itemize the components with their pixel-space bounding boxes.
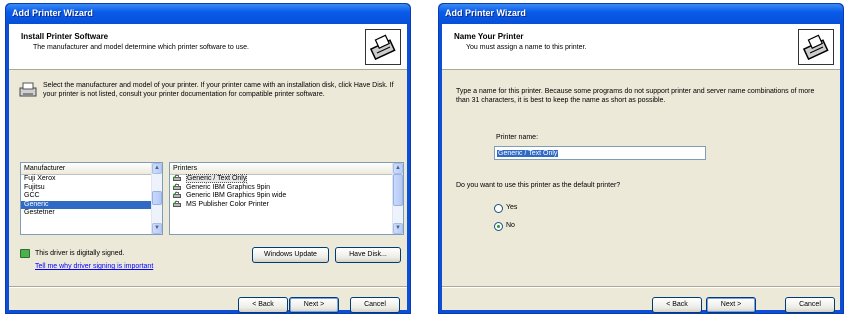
signed-driver-icon <box>20 249 30 258</box>
list-item-selected[interactable]: Generic <box>21 200 162 210</box>
manufacturer-list[interactable]: Manufacturer Fuji Xerox Fujitsu GCC Gene… <box>20 162 163 235</box>
wizard-client: Install Printer Software The manufacture… <box>9 24 407 313</box>
footer-divider <box>9 286 407 288</box>
printer-info-icon <box>19 82 37 98</box>
wizard-client: Name Your Printer You must assign a name… <box>442 24 840 313</box>
printer-label: Generic IBM Graphics 9pin <box>185 183 270 191</box>
default-printer-question: Do you want to use this printer as the d… <box>456 182 621 189</box>
driver-signing-link[interactable]: Tell me why driver signing is important <box>35 263 153 270</box>
back-label: < Back <box>666 301 688 308</box>
printer-wizard-icon <box>365 29 401 65</box>
scroll-up-arrow-icon[interactable]: ▲ <box>393 163 403 174</box>
printer-label: MS Publisher Color Printer <box>185 200 269 208</box>
printer-label: Generic / Text Only <box>185 174 248 183</box>
list-item[interactable]: ✓ Generic / Text Only <box>170 174 403 184</box>
printer-icon: ✓ <box>172 200 182 207</box>
next-button[interactable]: Next > <box>289 297 339 313</box>
scroll-thumb[interactable] <box>152 191 162 205</box>
signed-driver-text: This driver is digitally signed. <box>35 250 125 257</box>
yes-label[interactable]: Yes <box>506 204 517 213</box>
manufacturer-header[interactable]: Manufacturer <box>21 163 162 175</box>
next-button[interactable]: Next > <box>706 297 756 313</box>
install-printer-software-window: Add Printer Wizard Install Printer Softw… <box>5 3 411 314</box>
printer-name-label-text: Printer name: <box>496 134 539 141</box>
name-your-printer-window: Add Printer Wizard Name Your Printer You… <box>438 3 844 314</box>
printer-items: ✓ Generic / Text Only ✓ Generic IBM Grap… <box>170 174 403 210</box>
printer-label: Generic IBM Graphics 9pin wide <box>185 192 287 200</box>
manufacturer-scrollbar[interactable]: ▲ ▼ <box>151 163 162 234</box>
intro-text: Select the manufacturer and model of you… <box>43 82 394 98</box>
printer-name-input[interactable]: Generic / Text Only <box>494 146 706 160</box>
printer-icon: ✓ <box>172 191 182 199</box>
list-item[interactable]: GCC <box>21 192 162 201</box>
back-label: < Back <box>252 301 274 308</box>
printer-icon: ✓ <box>172 174 182 182</box>
manufacturer-items: Fuji Xerox Fujitsu GCC Generic Gestetner <box>21 175 162 218</box>
header-subtitle: The manufacturer and model determine whi… <box>33 44 249 51</box>
printers-list[interactable]: Printers ✓ Generic / Text Only ✓ Generic… <box>169 162 404 235</box>
header-title: Name Your Printer <box>454 32 524 41</box>
printer-wizard-icon <box>798 29 834 65</box>
cancel-button[interactable]: Cancel <box>350 297 400 313</box>
no-label[interactable]: No <box>506 222 515 231</box>
printer-name-value: Generic / Text Only <box>497 150 559 157</box>
printers-scrollbar[interactable]: ▲ ▼ <box>392 163 403 234</box>
list-item[interactable]: ✓ Generic IBM Graphics 9pin wide <box>170 191 403 201</box>
scroll-down-arrow-icon[interactable]: ▼ <box>152 223 162 234</box>
list-item[interactable]: Fujitsu <box>21 184 162 193</box>
no-radio[interactable] <box>494 222 503 231</box>
back-button[interactable]: < Back <box>652 297 702 313</box>
scroll-up-arrow-icon[interactable]: ▲ <box>152 163 162 174</box>
intro-text: Type a name for this printer. Because so… <box>456 88 815 104</box>
yes-radio[interactable] <box>494 204 503 213</box>
windows-update-label: Windows Update <box>264 251 317 258</box>
next-label: Next > <box>720 301 742 308</box>
scroll-thumb[interactable] <box>393 174 403 206</box>
windows-update-button[interactable]: Windows Update <box>252 247 329 263</box>
wizard-header: Name Your Printer You must assign a name… <box>442 24 840 70</box>
cancel-label: Cancel <box>799 301 821 308</box>
have-disk-label: Have Disk... <box>349 251 387 258</box>
cancel-label: Cancel <box>364 301 386 308</box>
have-disk-button[interactable]: Have Disk... <box>335 247 401 263</box>
back-button[interactable]: < Back <box>238 297 288 313</box>
wizard-header: Install Printer Software The manufacture… <box>9 24 407 70</box>
scroll-down-arrow-icon[interactable]: ▼ <box>393 223 403 234</box>
printer-icon: ✓ <box>172 183 182 190</box>
list-item[interactable]: ✓ MS Publisher Color Printer <box>170 200 403 210</box>
title-bar[interactable]: Add Printer Wizard <box>6 4 410 24</box>
list-item[interactable]: Fuji Xerox <box>21 175 162 184</box>
radio-selected-dot <box>497 225 500 228</box>
header-subtitle: You must assign a name to this printer. <box>466 44 587 51</box>
header-title: Install Printer Software <box>21 32 109 41</box>
printer-name-label: Printer name: <box>496 134 538 143</box>
list-item[interactable]: ✓ Generic IBM Graphics 9pin <box>170 183 403 193</box>
next-label: Next > <box>303 301 325 308</box>
footer-divider <box>442 286 840 288</box>
list-item[interactable]: Gestetner <box>21 209 162 218</box>
cancel-button[interactable]: Cancel <box>785 297 835 313</box>
title-bar[interactable]: Add Printer Wizard <box>439 4 843 24</box>
